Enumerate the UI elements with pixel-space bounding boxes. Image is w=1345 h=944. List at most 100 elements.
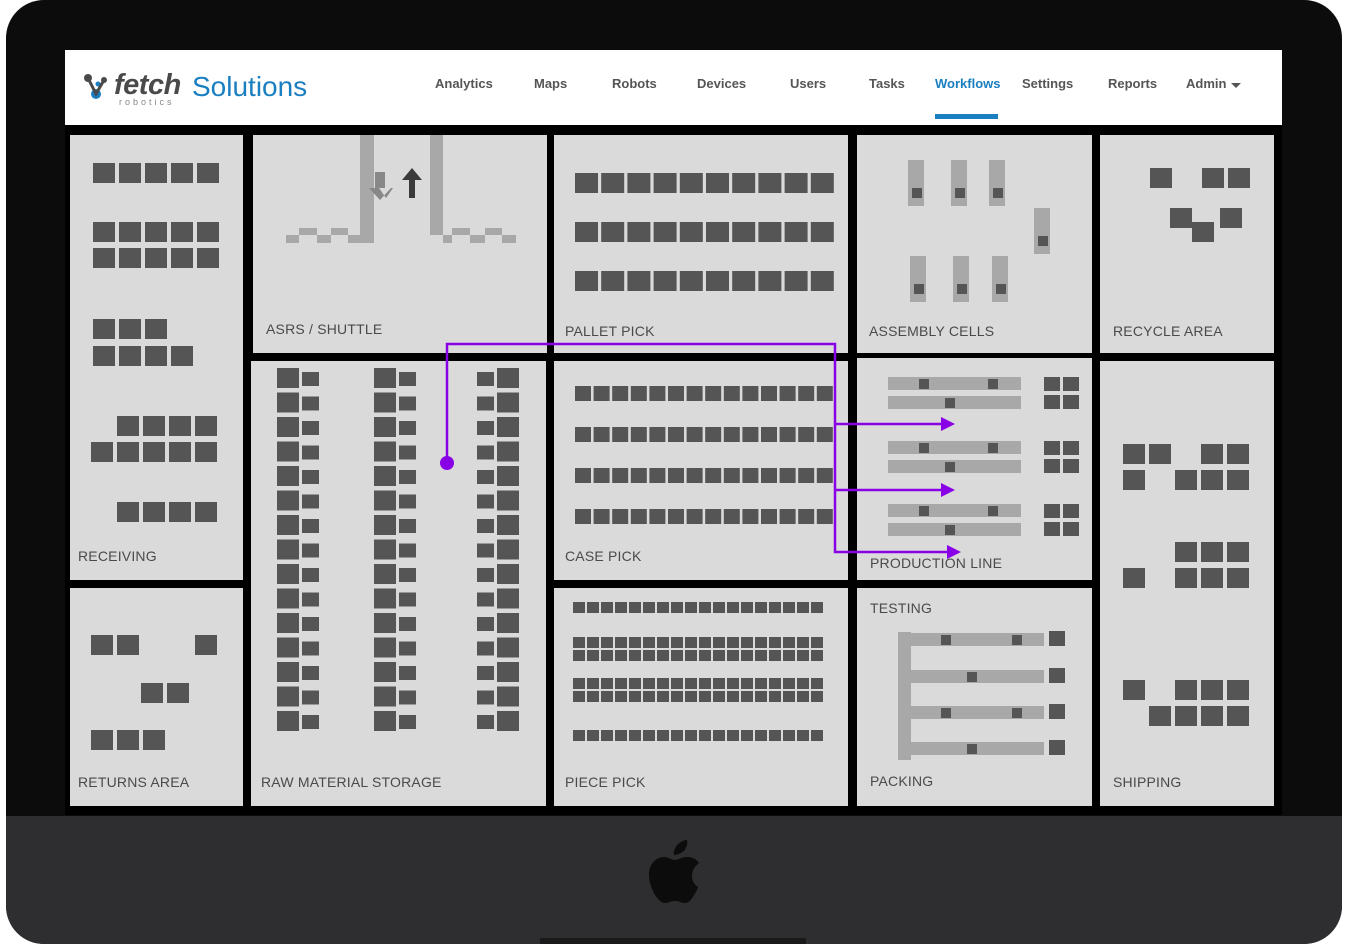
storage-block bbox=[117, 502, 139, 522]
storage-block bbox=[143, 730, 165, 750]
storage-block bbox=[1175, 542, 1197, 562]
storage-block bbox=[705, 427, 722, 442]
storage-block bbox=[1202, 168, 1224, 188]
storage-block bbox=[93, 319, 115, 339]
storage-block bbox=[668, 468, 684, 483]
storage-block bbox=[1123, 470, 1145, 490]
storage-block bbox=[374, 368, 396, 388]
storage-block bbox=[575, 386, 591, 401]
storage-block bbox=[169, 502, 191, 522]
storage-block bbox=[755, 602, 767, 613]
storage-block bbox=[783, 730, 795, 741]
storage-block bbox=[945, 525, 955, 535]
storage-block bbox=[587, 637, 599, 648]
storage-block bbox=[769, 691, 781, 702]
storage-block bbox=[195, 502, 217, 522]
storage-block bbox=[758, 222, 782, 242]
storage-block bbox=[797, 602, 809, 613]
storage-block bbox=[277, 466, 299, 486]
storage-block bbox=[629, 730, 641, 741]
storage-block bbox=[302, 617, 319, 631]
storage-block bbox=[1175, 568, 1197, 588]
storage-block bbox=[399, 715, 416, 729]
storage-block bbox=[497, 637, 519, 658]
storage-block bbox=[989, 160, 1005, 206]
storage-block bbox=[919, 379, 929, 389]
storage-block bbox=[911, 706, 1044, 719]
storage-block bbox=[996, 284, 1006, 294]
storage-block bbox=[783, 650, 795, 661]
storage-block bbox=[497, 539, 519, 560]
storage-block bbox=[761, 386, 777, 401]
storage-block bbox=[742, 427, 759, 442]
storage-block bbox=[1192, 222, 1214, 242]
storage-block bbox=[593, 468, 610, 483]
storage-block bbox=[811, 678, 823, 689]
storage-block bbox=[477, 715, 494, 729]
storage-block bbox=[1044, 395, 1060, 409]
workflow-start-point[interactable] bbox=[440, 456, 454, 470]
storage-block bbox=[575, 173, 598, 193]
monitor-stand bbox=[540, 938, 806, 944]
storage-block bbox=[1049, 668, 1065, 683]
storage-block bbox=[797, 650, 809, 661]
storage-block bbox=[1012, 635, 1022, 645]
asrs-shuttle-diagram bbox=[286, 135, 516, 243]
storage-block bbox=[798, 468, 815, 483]
storage-block bbox=[627, 173, 651, 193]
storage-block bbox=[713, 730, 725, 741]
storage-block bbox=[967, 744, 977, 754]
storage-block bbox=[1227, 706, 1249, 726]
storage-block bbox=[627, 271, 651, 291]
storage-block bbox=[630, 386, 647, 401]
storage-block bbox=[302, 421, 319, 435]
storage-block bbox=[399, 470, 416, 484]
storage-block bbox=[811, 637, 823, 648]
storage-block bbox=[477, 470, 494, 484]
storage-block bbox=[912, 188, 922, 198]
storage-block bbox=[1044, 459, 1060, 473]
storage-block bbox=[302, 470, 319, 484]
storage-block bbox=[1063, 395, 1079, 409]
storage-block bbox=[1150, 168, 1172, 188]
storage-block bbox=[629, 650, 641, 661]
storage-block bbox=[988, 379, 998, 389]
storage-block bbox=[685, 650, 697, 661]
storage-block bbox=[399, 568, 416, 582]
storage-block bbox=[699, 691, 711, 702]
storage-block bbox=[1063, 504, 1079, 518]
storage-block bbox=[783, 691, 795, 702]
storage-block bbox=[705, 468, 722, 483]
storage-block bbox=[277, 441, 299, 462]
storage-block bbox=[1175, 706, 1197, 726]
storage-block bbox=[277, 368, 299, 388]
storage-block bbox=[374, 490, 396, 511]
storage-block bbox=[399, 617, 416, 631]
storage-block bbox=[779, 386, 796, 401]
storage-block bbox=[141, 683, 163, 703]
storage-block bbox=[302, 592, 319, 607]
storage-block bbox=[732, 222, 756, 242]
storage-block bbox=[612, 427, 629, 442]
storage-block bbox=[727, 637, 739, 648]
storage-block bbox=[587, 730, 599, 741]
storage-block bbox=[649, 468, 666, 483]
storage-block bbox=[1063, 377, 1079, 391]
storage-block bbox=[399, 372, 416, 386]
storage-block bbox=[816, 468, 833, 483]
storage-block bbox=[145, 222, 167, 242]
storage-block bbox=[477, 421, 494, 435]
storage-block bbox=[573, 650, 585, 661]
storage-block bbox=[575, 468, 591, 483]
storage-block bbox=[143, 442, 165, 462]
storage-block bbox=[601, 730, 613, 741]
storage-block bbox=[277, 662, 299, 682]
storage-block bbox=[1170, 208, 1192, 228]
storage-block bbox=[723, 386, 740, 401]
storage-block bbox=[657, 637, 669, 648]
storage-block bbox=[573, 730, 585, 741]
storage-block bbox=[374, 392, 396, 413]
storage-block bbox=[783, 678, 795, 689]
storage-block bbox=[93, 248, 115, 268]
storage-block bbox=[601, 691, 613, 702]
